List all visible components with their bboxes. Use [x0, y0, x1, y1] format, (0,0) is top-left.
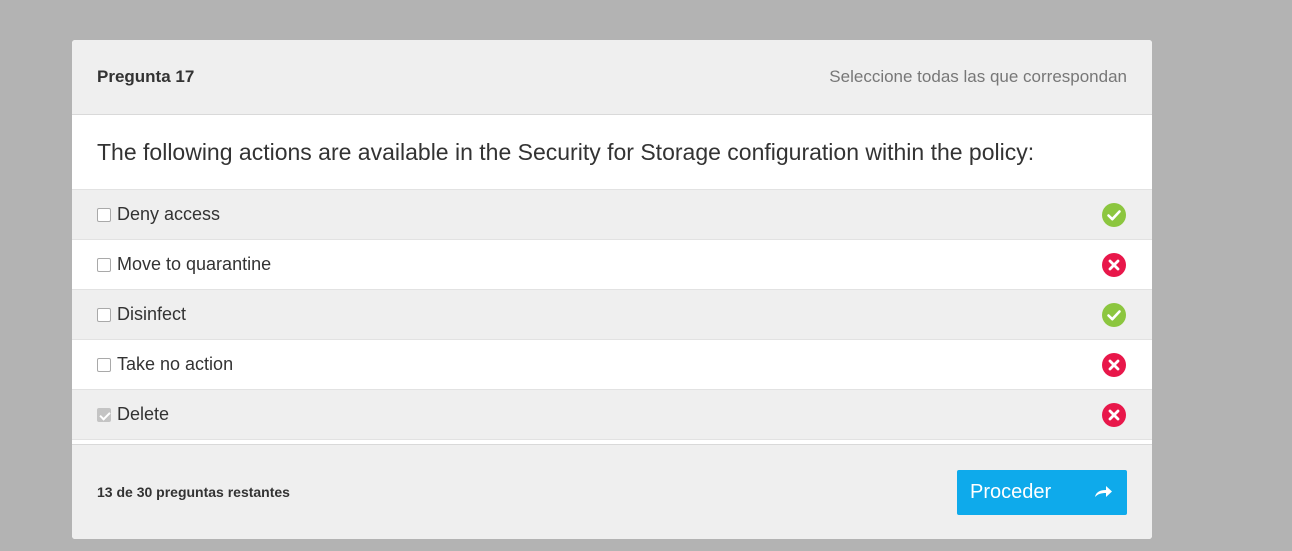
- option-checkbox[interactable]: [97, 257, 111, 272]
- question-header: Pregunta 17 Seleccione todas las que cor…: [72, 40, 1152, 115]
- question-footer: 13 de 30 preguntas restantes Proceder: [72, 444, 1152, 539]
- x-circle-icon: [1102, 402, 1126, 427]
- option-left: Disinfect: [97, 304, 186, 325]
- option-checkbox-checked[interactable]: [97, 407, 111, 422]
- question-number: Pregunta 17: [97, 67, 195, 86]
- option-disinfect[interactable]: Disinfect: [72, 290, 1152, 340]
- option-take-no-action[interactable]: Take no action: [72, 340, 1152, 390]
- option-label: Delete: [117, 404, 170, 424]
- option-label: Take no action: [117, 354, 234, 374]
- option-move-to-quarantine[interactable]: Move to quarantine: [72, 240, 1152, 290]
- proceed-button[interactable]: Proceder: [957, 469, 1127, 515]
- question-instruction: Seleccione todas las que correspondan: [829, 67, 1127, 86]
- option-deny-access[interactable]: Deny access: [72, 190, 1152, 240]
- x-circle-icon: [1102, 252, 1126, 277]
- answer-options: Deny access Move to quarantine Disinfect: [72, 190, 1152, 440]
- option-label: Move to quarantine: [117, 254, 272, 274]
- proceed-label: Proceder: [970, 480, 1052, 503]
- x-circle-icon: [1102, 352, 1126, 377]
- question-text: The following actions are available in t…: [72, 115, 1152, 190]
- option-left: Deny access: [97, 204, 220, 225]
- option-checkbox[interactable]: [97, 207, 111, 222]
- check-circle-icon: [1102, 302, 1126, 327]
- option-label: Deny access: [117, 204, 221, 224]
- option-left: Delete: [97, 404, 169, 425]
- remaining-questions: 13 de 30 preguntas restantes: [97, 484, 290, 500]
- question-card: Pregunta 17 Seleccione todas las que cor…: [72, 40, 1152, 539]
- option-delete[interactable]: Delete: [72, 390, 1152, 440]
- check-circle-icon: [1102, 202, 1126, 227]
- option-left: Move to quarantine: [97, 254, 271, 275]
- option-label: Disinfect: [117, 304, 187, 324]
- share-arrow-icon: [1095, 486, 1112, 497]
- option-checkbox[interactable]: [97, 307, 111, 322]
- option-checkbox[interactable]: [97, 357, 111, 372]
- option-left: Take no action: [97, 354, 233, 375]
